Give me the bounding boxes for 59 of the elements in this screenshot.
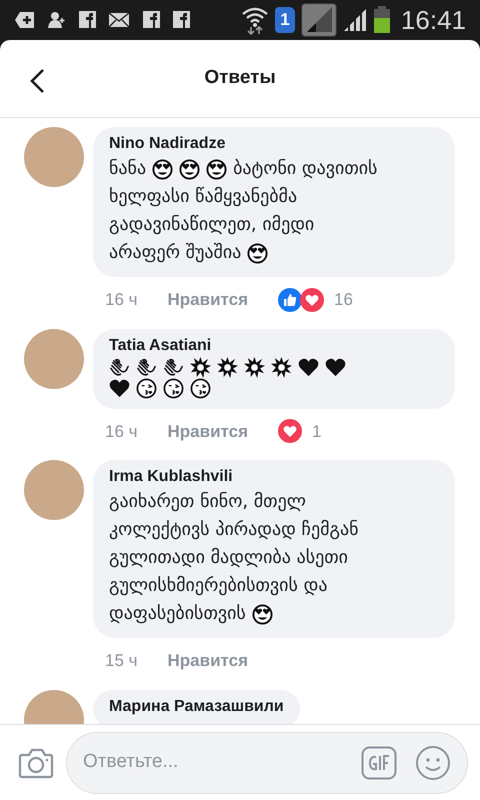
comment-text: გულისხმიერებისთვის და bbox=[109, 574, 328, 598]
comment-text: კოლექტივს პირადად ჩემგან bbox=[109, 518, 358, 542]
comment-text: დაფასებისთვის bbox=[109, 602, 246, 626]
clapping-hands-emoji-icon bbox=[109, 356, 130, 378]
reaction-count: 16 bbox=[334, 289, 353, 311]
comment-text: არაფერ შუაშია bbox=[109, 241, 242, 265]
comment-text: ნანა bbox=[109, 157, 146, 181]
comment-time: 15 ч bbox=[105, 650, 138, 672]
heart-eyes-emoji-icon bbox=[152, 158, 174, 180]
person-add-icon bbox=[48, 10, 66, 30]
comment-time: 16 ч bbox=[105, 420, 138, 442]
comment-text: გულითადი მადლიბა ასეთი bbox=[109, 546, 348, 570]
author-name[interactable]: Irma Kublashvili bbox=[109, 466, 439, 488]
heart-eyes-emoji-icon bbox=[206, 158, 228, 180]
kissing-face-emoji-icon bbox=[136, 378, 157, 398]
comment-time: 16 ч bbox=[105, 289, 138, 311]
clapping-hands-emoji-icon bbox=[136, 356, 157, 378]
clapping-hands-emoji-icon bbox=[163, 356, 184, 378]
facebook-icon bbox=[172, 10, 190, 30]
heart-emoji-icon bbox=[325, 356, 346, 378]
like-reaction-icon bbox=[278, 288, 302, 312]
comment-text: გადავინაწილეთ, იმედი bbox=[109, 213, 314, 237]
burst-emoji-icon bbox=[271, 356, 292, 378]
reply-input[interactable]: Ответьте... bbox=[83, 748, 343, 777]
signal-bars-icon bbox=[342, 8, 367, 32]
burst-emoji-icon bbox=[244, 356, 265, 378]
clock: 16:41 bbox=[400, 4, 466, 36]
heart-eyes-emoji-icon bbox=[247, 242, 268, 264]
burst-emoji-icon bbox=[217, 356, 238, 378]
battery-icon bbox=[372, 6, 391, 34]
heart-reaction-icon bbox=[278, 419, 302, 444]
page-title: Ответы bbox=[204, 66, 276, 90]
author-name[interactable]: Марина Рамазашвили bbox=[109, 696, 284, 718]
comment-text: გაიხარეთ ნინო, მთელ bbox=[109, 490, 306, 514]
heart-reaction-icon bbox=[300, 288, 324, 312]
heart-eyes-emoji-icon bbox=[179, 158, 200, 180]
author-name[interactable]: Tatia Asatiani bbox=[109, 334, 439, 356]
wifi-icon bbox=[240, 5, 269, 35]
kissing-face-emoji-icon bbox=[190, 378, 211, 398]
reaction-count: 1 bbox=[312, 420, 322, 442]
back-icon[interactable] bbox=[28, 68, 46, 94]
facebook-icon bbox=[78, 10, 96, 30]
sim-badge: 1 bbox=[274, 7, 295, 33]
burst-emoji-icon bbox=[190, 356, 211, 378]
tag-plus-icon bbox=[14, 10, 36, 30]
heart-emoji-icon bbox=[109, 378, 130, 398]
comment-text: ბატონი დავითის bbox=[233, 157, 378, 181]
author-name[interactable]: Nino Nadiradze bbox=[109, 133, 439, 155]
facebook-icon bbox=[142, 10, 160, 30]
mail-icon bbox=[108, 10, 130, 30]
heart-emoji-icon bbox=[298, 356, 319, 378]
gif-icon[interactable] bbox=[361, 746, 397, 780]
kissing-face-emoji-icon bbox=[163, 378, 184, 398]
signal-box-icon bbox=[300, 3, 337, 37]
reply-field[interactable]: Ответьте... bbox=[66, 732, 468, 794]
camera-icon[interactable] bbox=[18, 746, 54, 778]
heart-eyes-emoji-icon bbox=[252, 604, 273, 624]
comment-text: ხელფასი წამყვანებმა bbox=[109, 185, 298, 209]
smiley-icon[interactable] bbox=[415, 744, 451, 780]
